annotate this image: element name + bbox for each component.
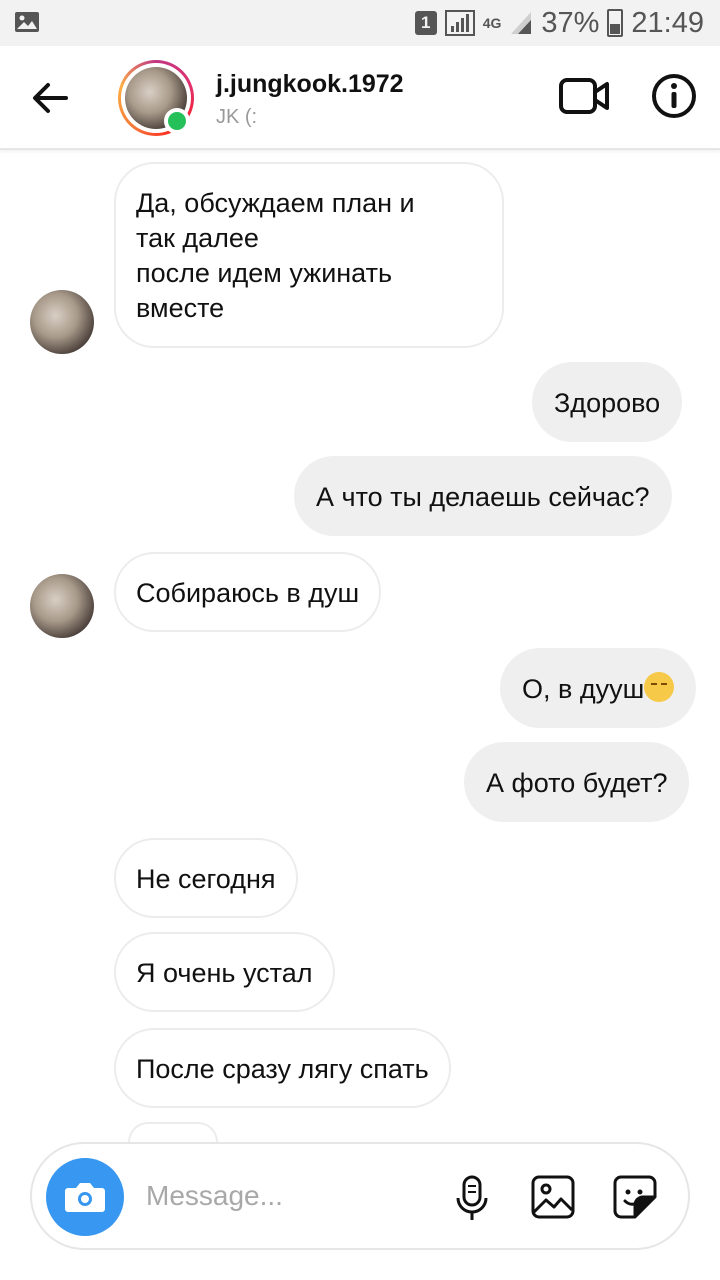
- sender-avatar[interactable]: [30, 574, 94, 638]
- info-icon[interactable]: [650, 72, 698, 120]
- outgoing-message[interactable]: Здорово: [532, 362, 683, 442]
- incoming-message[interactable]: После сразу лягу спать: [114, 1028, 451, 1108]
- message-line: вместе: [136, 293, 225, 323]
- status-bar: 1 4G 37% 21:49: [0, 0, 720, 46]
- message-input[interactable]: [146, 1172, 416, 1220]
- message-text: Я очень устал: [136, 958, 313, 988]
- incoming-message[interactable]: Да, обсуждаем план и так далее после иде…: [114, 162, 504, 348]
- camera-button[interactable]: [46, 1158, 124, 1236]
- outgoing-message[interactable]: О, в дууш: [500, 648, 697, 728]
- battery-percent: 37%: [541, 6, 600, 39]
- incoming-message[interactable]: Не сегодня: [114, 838, 298, 918]
- message-text: Собираюсь в душ: [136, 578, 360, 608]
- message-text: О, в дууш: [522, 674, 645, 704]
- message-text: Здорово: [554, 388, 661, 418]
- gallery-notification-icon: [15, 12, 39, 32]
- message-line: Да, обсуждаем план и: [136, 188, 415, 218]
- partial-message-edge: [128, 1122, 218, 1142]
- pensive-face-emoji-icon: [644, 672, 675, 702]
- message-text: А что ты делаешь сейчас?: [316, 482, 650, 512]
- outgoing-message[interactable]: А фото будет?: [464, 742, 690, 822]
- battery-icon: [607, 9, 624, 37]
- sender-avatar[interactable]: [30, 290, 94, 354]
- gallery-icon[interactable]: [530, 1174, 576, 1220]
- online-status-dot: [164, 108, 190, 134]
- incoming-message[interactable]: Собираюсь в душ: [114, 552, 382, 632]
- clock: 21:49: [631, 6, 704, 39]
- message-text: А фото будет?: [486, 768, 668, 798]
- back-arrow-icon[interactable]: [26, 74, 74, 122]
- outgoing-message[interactable]: А что ты делаешь сейчас?: [294, 456, 672, 536]
- message-composer: [30, 1142, 690, 1250]
- chat-subtitle: JK (:: [216, 106, 258, 128]
- signal-bars-icon: [511, 12, 532, 34]
- message-text: Не сегодня: [136, 864, 276, 894]
- sticker-icon[interactable]: [612, 1174, 658, 1220]
- chat-username[interactable]: j.jungkook.1972: [216, 70, 404, 99]
- network-type-label: 4G: [482, 15, 502, 31]
- sim-slot-badge: 1: [414, 11, 437, 35]
- signal-icon: [444, 10, 475, 36]
- message-line: после идем ужинать: [136, 258, 393, 288]
- incoming-message[interactable]: Я очень устал: [114, 932, 335, 1012]
- microphone-icon[interactable]: [452, 1174, 492, 1222]
- message-line: так далее: [136, 223, 259, 253]
- camera-icon: [65, 1183, 105, 1212]
- message-text: После сразу лягу спать: [136, 1054, 429, 1084]
- chat-header: j.jungkook.1972 JK (:: [0, 46, 720, 150]
- video-call-icon[interactable]: [558, 74, 610, 118]
